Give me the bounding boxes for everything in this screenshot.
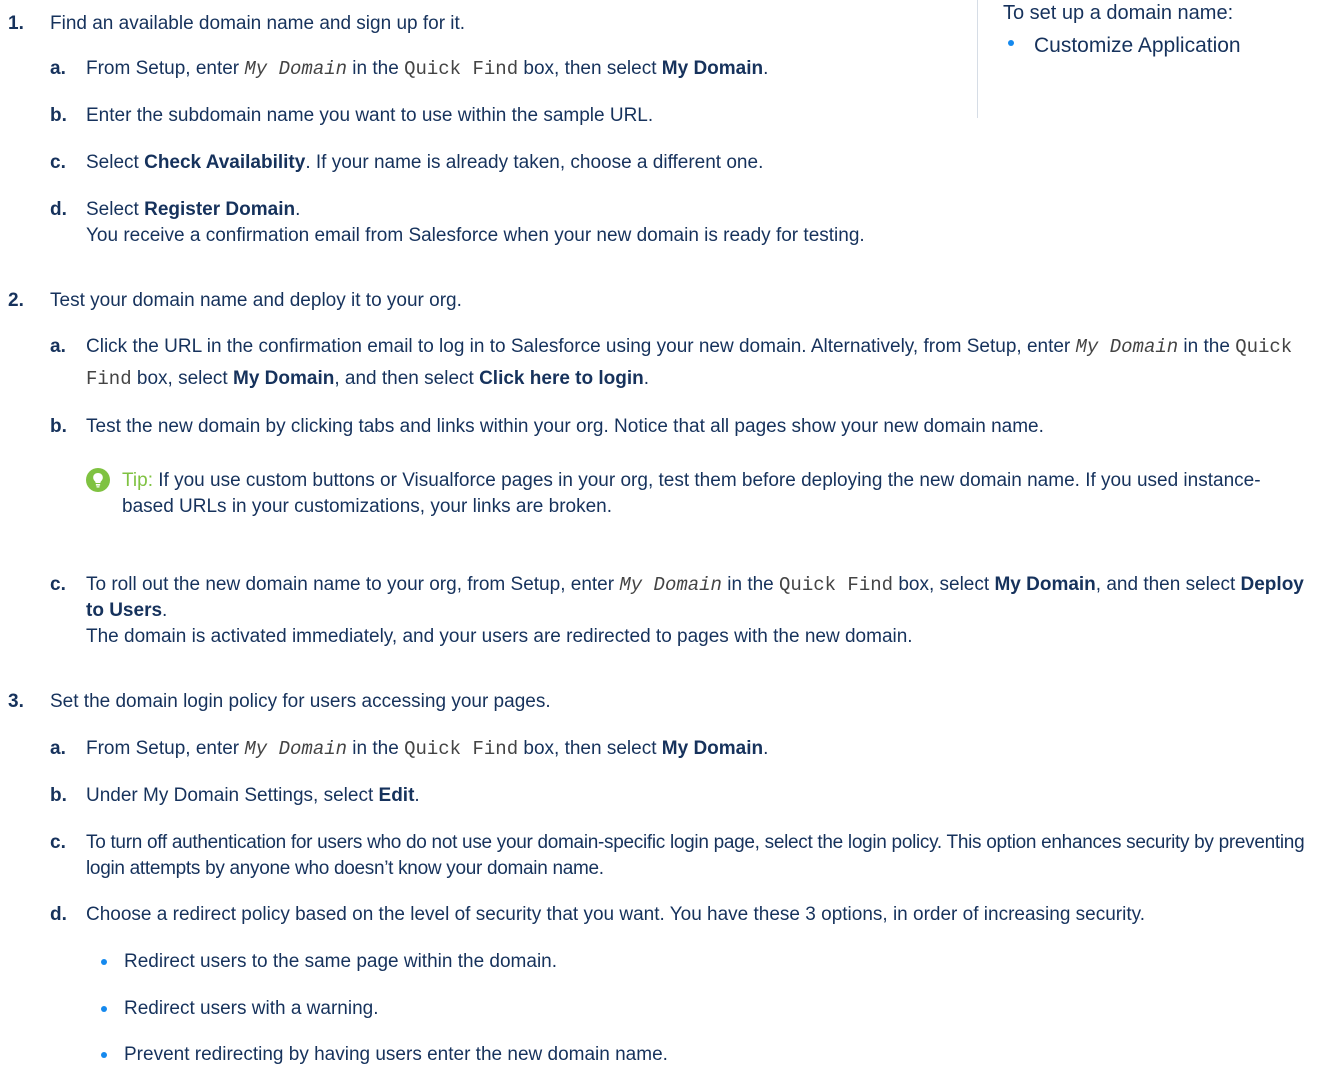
bullet-text: Prevent redirecting by having users ente… bbox=[124, 1044, 668, 1065]
code-my-domain: My Domain bbox=[244, 738, 348, 760]
substep-letter: a. bbox=[50, 58, 66, 79]
substep-text: Under My Domain Settings, select Edit. bbox=[86, 785, 420, 806]
bold-my-domain: My Domain bbox=[994, 574, 1096, 595]
bullet-dot-icon bbox=[101, 1052, 107, 1058]
step-text: Find an available domain name and sign u… bbox=[50, 13, 466, 34]
bold-my-domain: My Domain bbox=[661, 58, 764, 79]
substep-letter: d. bbox=[50, 904, 67, 925]
step-text: Test your domain name and deploy it to y… bbox=[50, 290, 462, 311]
substep-letter: b. bbox=[50, 785, 67, 806]
lightbulb-icon bbox=[86, 468, 110, 492]
code-my-domain: My Domain bbox=[244, 58, 348, 80]
bold-register-domain: Register Domain bbox=[144, 199, 296, 220]
bullet-text: Redirect users with a warning. bbox=[124, 998, 379, 1019]
code-my-domain: My Domain bbox=[1075, 336, 1179, 358]
step-number: 3. bbox=[8, 691, 24, 712]
substep-text: Choose a redirect policy based on the le… bbox=[86, 904, 1145, 925]
sidebar-permission-item: Customize Application bbox=[1008, 34, 1241, 58]
sidebar-title: To set up a domain name: bbox=[1003, 2, 1234, 24]
substep-text: Select Check Availability. If your name … bbox=[86, 152, 764, 173]
substep-letter: a. bbox=[50, 738, 66, 759]
substep-text: From Setup, enter My Domain in the Quick… bbox=[86, 738, 769, 760]
tip-text: Tip: If you use custom buttons or Visual… bbox=[122, 470, 1261, 517]
tip-label: Tip: bbox=[122, 470, 153, 491]
substep-text: Enter the subdomain name you want to use… bbox=[86, 105, 654, 126]
step-text: Set the domain login policy for users ac… bbox=[50, 691, 551, 712]
code-quick-find: Quick Find bbox=[404, 738, 519, 760]
substep-letter: d. bbox=[50, 199, 67, 220]
code-quick-find: Quick Find bbox=[779, 574, 894, 596]
bold-my-domain: My Domain bbox=[661, 738, 764, 759]
substep-letter: b. bbox=[50, 105, 67, 126]
substep-letter: a. bbox=[50, 336, 66, 357]
substep-letter: c. bbox=[50, 832, 66, 853]
bullet-dot-icon bbox=[101, 959, 107, 965]
bold-my-domain: My Domain bbox=[233, 368, 335, 389]
bullet-dot-icon bbox=[101, 1006, 107, 1012]
substep-result: The domain is activated immediately, and… bbox=[86, 626, 913, 647]
code-my-domain: My Domain bbox=[619, 574, 722, 596]
substep-text: Click the URL in the confirmation email … bbox=[86, 336, 1293, 390]
substep-letter: c. bbox=[50, 574, 66, 595]
sidebar-permission-label: Customize Application bbox=[1034, 34, 1241, 57]
bold-click-here-to-login: Click here to login bbox=[479, 368, 644, 389]
substep-text: To turn off authentication for users who… bbox=[86, 832, 1305, 879]
bold-edit: Edit bbox=[378, 785, 415, 806]
bullet-text: Redirect users to the same page within t… bbox=[124, 951, 558, 972]
substep-letter: c. bbox=[50, 152, 66, 173]
code-quick-find: Quick Find bbox=[404, 58, 519, 80]
substep-text: Select Register Domain. You receive a con… bbox=[86, 199, 865, 246]
substep-text: Test the new domain by clicking tabs and… bbox=[86, 416, 1044, 437]
step-number: 1. bbox=[8, 13, 24, 34]
bold-check-availability: Check Availability bbox=[144, 152, 306, 173]
substep-text: To roll out the new domain name to your … bbox=[86, 574, 1304, 647]
step-number: 2. bbox=[8, 290, 24, 311]
substep-result: You receive a confirmation email from Sa… bbox=[86, 225, 865, 246]
substep-text: From Setup, enter My Domain in the Quick… bbox=[86, 58, 769, 80]
substep-letter: b. bbox=[50, 416, 67, 437]
bullet-dot-icon bbox=[1008, 40, 1014, 47]
